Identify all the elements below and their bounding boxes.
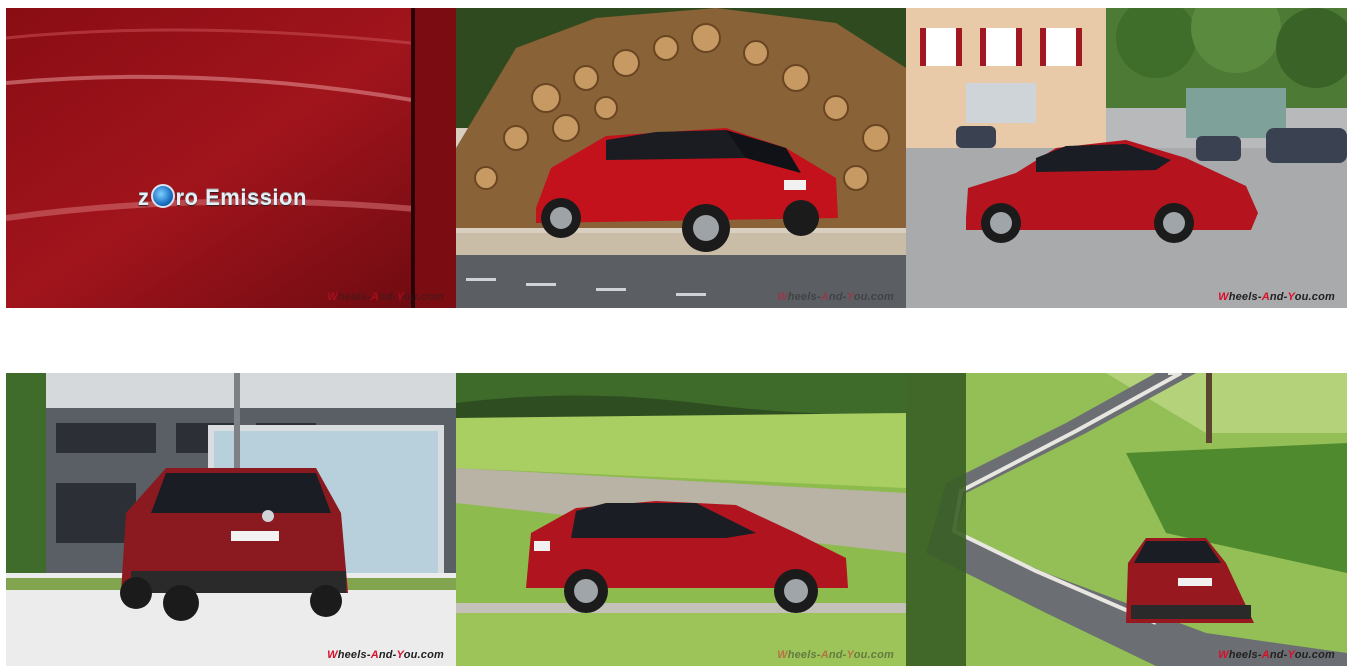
village-photo-art: [906, 8, 1347, 308]
rear-view-office-building-photo[interactable]: Wheels-And-You.com: [6, 373, 456, 666]
side-profile-meadow-photo[interactable]: Wheels-And-You.com: [456, 373, 906, 666]
watermark: Wheels-And-You.com: [327, 649, 444, 661]
side-profile-village-photo[interactable]: Wheels-And-You.com: [906, 8, 1347, 308]
watermark: Wheels-And-You.com: [1218, 649, 1335, 661]
office-photo-art: [6, 373, 456, 666]
photo-gallery: z ro Emission Wheels-And-You.com Wheels-…: [0, 0, 1347, 666]
watermark: Wheels-And-You.com: [327, 291, 444, 303]
rear-view-country-road-photo[interactable]: Wheels-And-You.com: [906, 373, 1347, 666]
rear-three-quarter-woodpile-photo[interactable]: Wheels-And-You.com: [456, 8, 906, 308]
zero-o-logo-icon: [150, 184, 175, 208]
zero-emission-badge: z ro Emission: [138, 184, 307, 210]
zero-emission-badge-photo[interactable]: z ro Emission Wheels-And-You.com: [6, 8, 456, 308]
woodpile-photo-art: [456, 8, 906, 308]
watermark: Wheels-And-You.com: [1218, 291, 1335, 303]
meadow-photo-art: [456, 373, 906, 666]
watermark: Wheels-And-You.com: [777, 649, 894, 661]
watermark: Wheels-And-You.com: [777, 291, 894, 303]
badge-photo-art: [6, 8, 456, 308]
country-road-photo-art: [906, 373, 1347, 666]
